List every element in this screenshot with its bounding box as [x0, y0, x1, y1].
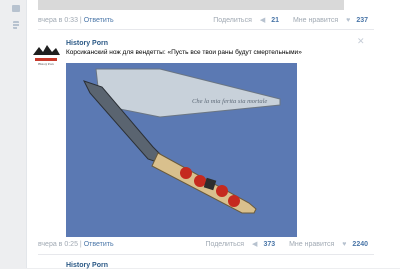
like-count: 237	[356, 17, 368, 24]
blade-inscription: Che la mia ferita sia mortale	[192, 98, 267, 105]
like-button[interactable]: Мне нравится ♥ 237	[287, 17, 368, 24]
post-author[interactable]: History Porn	[66, 40, 108, 47]
post-photo[interactable]: Che la mia ferita sia mortale	[66, 63, 297, 237]
rss-icon[interactable]	[13, 21, 19, 29]
share-icon: ◀	[252, 241, 258, 248]
reply-link[interactable]: Ответить	[84, 17, 114, 24]
reply-link[interactable]: Ответить	[84, 241, 114, 248]
left-rail	[0, 0, 25, 268]
avatar-caption: History Porn	[38, 62, 54, 66]
share-count: 373	[263, 241, 276, 248]
share-button[interactable]: Поделиться ◀ 21	[207, 17, 281, 24]
post-divider	[38, 254, 374, 255]
like-button[interactable]: Мне нравится ♥ 2240	[283, 241, 368, 248]
share-icon: ◀	[259, 17, 266, 24]
post-text: Корсиканский нож для вендетты: «Пусть вс…	[66, 49, 302, 56]
previous-post-media	[38, 0, 344, 10]
close-icon[interactable]: ✕	[357, 37, 365, 46]
post-time[interactable]: вчера в 0:33	[38, 17, 78, 24]
previous-post-footer: вчера в 0:33 | Ответить Поделиться ◀ 21 М…	[38, 17, 368, 24]
share-label: Поделиться	[205, 241, 245, 248]
like-label: Мне нравится	[289, 241, 335, 248]
share-label: Поделиться	[213, 17, 252, 24]
share-button[interactable]: Поделиться ◀ 373	[199, 241, 277, 248]
knife-image: Che la mia ferita sia mortale	[66, 63, 297, 237]
heart-icon: ♥	[346, 17, 351, 24]
post-time[interactable]: вчера в 0:25	[38, 241, 78, 248]
like-count: 2240	[352, 241, 368, 248]
message-icon[interactable]	[12, 5, 20, 12]
heart-icon: ♥	[342, 241, 347, 248]
share-count: 21	[271, 17, 280, 24]
post-divider	[38, 29, 374, 30]
post-footer: вчера в 0:25 | Ответить Поделиться ◀ 373 …	[38, 241, 368, 248]
like-label: Мне нравится	[292, 17, 339, 24]
avatar[interactable]: History Porn	[31, 41, 61, 67]
